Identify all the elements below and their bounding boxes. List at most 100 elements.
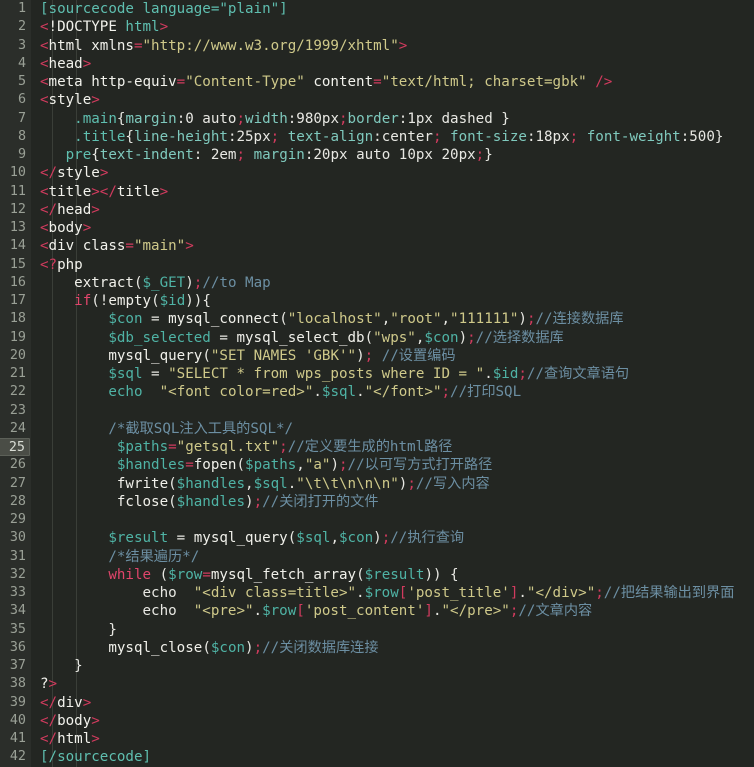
token-cssprop: margin bbox=[125, 110, 177, 127]
code-line[interactable]: 1 [sourcecode language="plain"] bbox=[0, 0, 754, 18]
code-line[interactable]: 39 </div> bbox=[0, 694, 754, 712]
token-bracket: ] bbox=[424, 603, 433, 620]
token-tagname: div bbox=[57, 694, 83, 711]
line-number: 30 bbox=[9, 530, 26, 546]
token-cssprop: text-indent bbox=[99, 147, 194, 163]
code-line[interactable]: 22 echo "<font color=red>".$sql."</font>… bbox=[0, 383, 754, 401]
code-line[interactable]: 2 <!DOCTYPE html> bbox=[0, 18, 754, 36]
token-plain: echo bbox=[40, 585, 194, 601]
code-line[interactable]: 24 /*截取SQL注入工具的SQL*/ bbox=[0, 420, 754, 438]
token-str: "a" bbox=[304, 457, 331, 474]
code-line[interactable]: 30 $result = mysql_query($sql,$con);//执行… bbox=[0, 529, 754, 547]
code-line[interactable]: 29 bbox=[0, 511, 754, 529]
token-plain: = bbox=[142, 366, 169, 382]
code-line[interactable]: 27 fwrite($handles,$sql."\t\t\n\n\n");//… bbox=[0, 475, 754, 493]
code-line[interactable]: 33 echo "<div class=title>".$row['post_t… bbox=[0, 584, 754, 602]
code-line[interactable]: 14 <div class="main"> bbox=[0, 237, 754, 255]
token-semi: ; bbox=[236, 147, 246, 163]
code-line[interactable]: 32 while ($row=mysql_fetch_array($result… bbox=[0, 566, 754, 584]
code-line[interactable]: 8 .title{line-height:25px; text-align:ce… bbox=[0, 128, 754, 146]
token-fn: fwrite bbox=[116, 475, 169, 492]
code-line[interactable]: 21 $sql = "SELECT * from wps_posts where… bbox=[0, 365, 754, 383]
token-plain: = bbox=[210, 329, 237, 346]
code-line[interactable]: 34 echo "<pre>".$row['post_content']."</… bbox=[0, 602, 754, 620]
code-line-content: fclose($handles);//关闭打开的文件 bbox=[40, 493, 379, 511]
token-var: $handles bbox=[116, 457, 186, 474]
token-sc: [sourcecode language="plain"] bbox=[40, 1, 288, 17]
line-number: 36 bbox=[9, 639, 26, 655]
token-var: $result bbox=[364, 566, 425, 583]
code-line[interactable]: 42 [/sourcecode] bbox=[0, 748, 754, 766]
code-line[interactable]: 31 /*结果遍历*/ bbox=[0, 548, 754, 566]
code-line[interactable]: 20 mysql_query("SET NAMES 'GBK'"); //设置编… bbox=[0, 347, 754, 365]
token-semi: ; bbox=[381, 530, 391, 547]
token-var: $con bbox=[424, 329, 459, 346]
line-number: 5 bbox=[17, 74, 26, 89]
code-line-content: <title></title> bbox=[40, 183, 168, 201]
code-line[interactable]: 10 </style> bbox=[0, 164, 754, 182]
code-line-content: mysql_query("SET NAMES 'GBK'"); //设置编码 bbox=[40, 347, 455, 365]
code-line[interactable]: 6 <style> bbox=[0, 91, 754, 109]
code-line[interactable]: 25 $paths="getsql.txt";//定义要生成的html路径 bbox=[0, 438, 754, 457]
code-line-content: <div class="main"> bbox=[40, 237, 194, 255]
token-tag: </ bbox=[40, 165, 58, 182]
token-fn: mysql_connect bbox=[168, 311, 280, 328]
line-number: 6 bbox=[17, 92, 26, 108]
code-line[interactable]: 15 <?php bbox=[0, 256, 754, 274]
code-line[interactable]: 23 bbox=[0, 402, 754, 420]
token-tagname: style bbox=[57, 165, 100, 182]
code-line-content: fwrite($handles,$sql."\t\t\n\n\n");//写入内… bbox=[40, 475, 490, 493]
code-line[interactable]: 26 $handles=fopen($paths,"a");//以可写方式打开路… bbox=[0, 456, 754, 474]
code-line[interactable]: 17 if(!empty($id)){ bbox=[0, 292, 754, 310]
code-line[interactable]: 18 $con = mysql_connect("localhost","roo… bbox=[0, 310, 754, 328]
token-tag: </ bbox=[40, 201, 58, 218]
code-line[interactable]: 36 mysql_close($con);//关闭数据库连接 bbox=[0, 639, 754, 657]
code-line[interactable]: 40 </body> bbox=[0, 712, 754, 730]
code-editor[interactable]: 1 [sourcecode language="plain"] 2 <!DOCTYPE… bbox=[0, 0, 754, 767]
token-plain: )){ bbox=[185, 293, 211, 309]
code-line[interactable]: 12 </head> bbox=[0, 201, 754, 219]
code-line[interactable]: 9 pre{text-indent: 2em; margin:20px auto… bbox=[0, 146, 754, 164]
code-line[interactable]: 13 <body> bbox=[0, 219, 754, 237]
token-var: $con bbox=[108, 311, 143, 328]
code-line[interactable]: 3 <html xmlns="http://www.w3.org/1999/xht… bbox=[0, 37, 754, 55]
code-line[interactable]: 4 <head> bbox=[0, 55, 754, 73]
token-plain: :center bbox=[373, 128, 433, 145]
code-line[interactable]: 41 </html> bbox=[0, 730, 754, 748]
code-line[interactable]: 38 ?> bbox=[0, 675, 754, 693]
line-number: 26 bbox=[9, 457, 26, 473]
token-plain: . bbox=[356, 384, 365, 401]
code-line[interactable]: 11 <title></title> bbox=[0, 183, 754, 201]
token-tag: < bbox=[40, 183, 49, 200]
token-var: $handles bbox=[176, 493, 246, 510]
token-fn: extract bbox=[74, 274, 134, 291]
token-str: 'post_content' bbox=[304, 603, 425, 620]
code-line[interactable]: 5 <meta http-equiv="Content-Type" content… bbox=[0, 73, 754, 91]
token-str: "<div class=title>" bbox=[193, 585, 357, 601]
token-tag: > bbox=[159, 19, 169, 36]
token-cssprop: text-align bbox=[279, 128, 374, 145]
code-line[interactable]: 19 $db_selected = mysql_select_db("wps",… bbox=[0, 329, 754, 347]
line-number: 39 bbox=[9, 694, 26, 710]
code-line-content: </body> bbox=[40, 712, 100, 730]
token-str: "\t\t\n\n\n" bbox=[296, 475, 399, 492]
token-tagname: html bbox=[57, 731, 92, 747]
code-line[interactable]: 35 } bbox=[0, 621, 754, 639]
code-line[interactable]: 28 fclose($handles);//关闭打开的文件 bbox=[0, 493, 754, 511]
token-plain: . bbox=[356, 585, 365, 601]
code-line[interactable]: 16 extract($_GET);//to Map bbox=[0, 274, 754, 292]
code-line[interactable]: 37 } bbox=[0, 657, 754, 675]
token-tag: < bbox=[40, 238, 49, 255]
token-plain: . bbox=[484, 366, 493, 382]
token-comment: //执行查询 bbox=[390, 530, 465, 547]
token-comment: //打印SQL bbox=[450, 384, 522, 401]
token-tag: > bbox=[91, 712, 100, 729]
token-tag: > bbox=[82, 220, 92, 236]
token-str: "http://www.w3.org/1999/xhtml" bbox=[142, 37, 399, 54]
token-tagname: style bbox=[48, 92, 92, 109]
code-line[interactable]: 7 .main{margin:0 auto;width:980px;border… bbox=[0, 110, 754, 128]
code-line-content: $con = mysql_connect("localhost","root",… bbox=[40, 310, 623, 328]
